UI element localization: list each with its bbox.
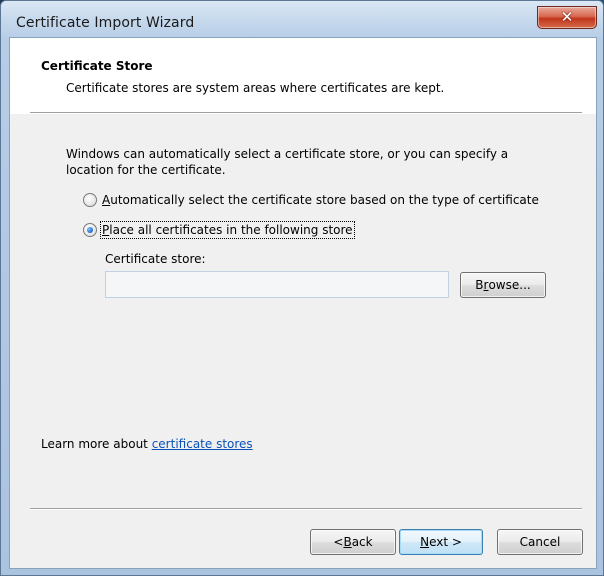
certificate-store-label: Certificate store: — [105, 252, 206, 266]
title-bar[interactable]: Certificate Import Wizard ✕ — [1, 1, 603, 37]
radio-automatic-label[interactable]: Automatically select the certificate sto… — [102, 193, 539, 207]
close-icon: ✕ — [560, 8, 574, 26]
cancel-button[interactable]: Cancel — [497, 529, 583, 555]
learn-more-prefix: Learn more about — [41, 437, 152, 451]
wizard-client-area: Certificate Store Certificate stores are… — [9, 37, 597, 569]
page-subtitle: Certificate stores are system areas wher… — [66, 81, 445, 95]
radio-button-place[interactable] — [83, 223, 97, 237]
radio-button-automatic[interactable] — [83, 193, 97, 207]
certificate-import-wizard-window: Certificate Import Wizard ✕ Certificate … — [0, 0, 604, 576]
close-button[interactable]: ✕ — [537, 6, 597, 29]
radio-place-label[interactable]: Place all certificates in the following … — [100, 221, 355, 239]
radio-place-in-store[interactable]: Place all certificates in the following … — [83, 221, 355, 239]
next-button[interactable]: Next > — [399, 529, 483, 555]
learn-more-row: Learn more about certificate stores — [41, 437, 253, 451]
certificate-stores-link[interactable]: certificate stores — [152, 437, 253, 451]
description-text: Windows can automatically select a certi… — [66, 147, 509, 177]
window-title: Certificate Import Wizard — [16, 15, 195, 31]
browse-button[interactable]: Br owse... — [460, 272, 546, 298]
header-panel: Certificate Store Certificate stores are… — [10, 38, 596, 114]
certificate-store-field[interactable] — [105, 271, 449, 298]
radio-automatic-store[interactable]: Automatically select the certificate sto… — [83, 193, 539, 207]
page-title: Certificate Store — [41, 59, 153, 73]
footer-divider — [30, 508, 582, 510]
back-button[interactable]: < Back — [310, 529, 396, 555]
header-divider — [30, 112, 582, 114]
